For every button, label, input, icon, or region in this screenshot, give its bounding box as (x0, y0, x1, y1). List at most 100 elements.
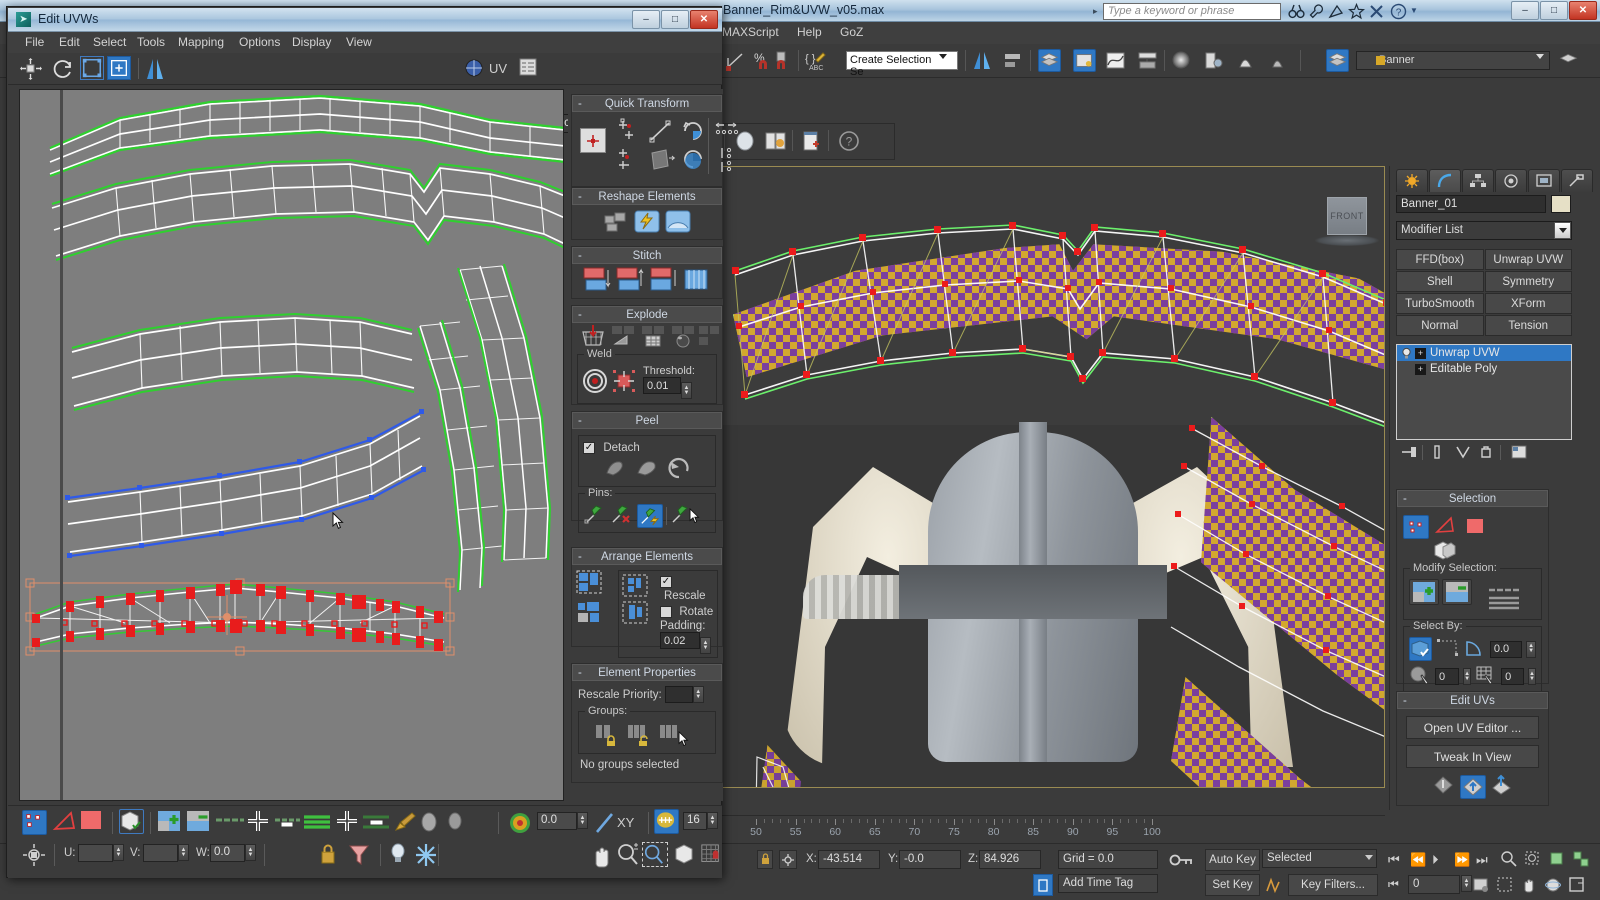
lock-selection-icon[interactable] (757, 850, 773, 869)
menu-help[interactable]: Help (797, 25, 822, 39)
lock-selection-icon[interactable] (318, 842, 338, 871)
open-uv-editor-button[interactable]: Open UV Editor ... (1406, 716, 1539, 739)
collapse-icon[interactable]: - (578, 549, 582, 565)
w-field[interactable]: 0.0 (210, 844, 245, 862)
freeform-mode-icon[interactable] (107, 56, 131, 80)
quick-search-input[interactable]: Type a keyword or phrase (1103, 3, 1281, 20)
modifier-button-ffd-box[interactable]: FFD(box) (1396, 249, 1484, 270)
help-dropdown-icon[interactable]: ▼ (1410, 6, 1418, 15)
group-selected-button[interactable] (594, 722, 620, 749)
scale-tool-icon[interactable] (80, 56, 104, 80)
relax-tool-button[interactable] (602, 208, 630, 237)
z-coord-field[interactable]: 84.926 (979, 850, 1041, 869)
layer-manager-icon[interactable] (1038, 49, 1061, 72)
straighten-selection-button[interactable] (664, 208, 692, 237)
show-end-result-icon[interactable] (1430, 444, 1444, 463)
peel-mode-button[interactable] (635, 457, 659, 482)
layer-selector[interactable]: Banner (1356, 51, 1550, 70)
weld-selected-button[interactable] (582, 368, 608, 397)
auto-pin-button[interactable] (637, 503, 663, 528)
scene-explorer-icon[interactable] (1073, 49, 1096, 72)
contract-loop-button[interactable] (274, 816, 300, 831)
edge-mode-button[interactable] (52, 810, 77, 835)
quick-peel-button[interactable] (603, 457, 627, 482)
rotate-angle-field[interactable]: 0.0 (537, 812, 577, 830)
rotate-checkbox[interactable] (660, 605, 672, 618)
auto-key-button[interactable]: Auto Key (1205, 849, 1260, 871)
explode-by-material-id-button[interactable] (640, 324, 666, 351)
curve-editor-icon[interactable] (1104, 49, 1127, 72)
collapse-icon[interactable]: - (578, 413, 582, 429)
modifier-list-dropdown-icon[interactable] (1554, 222, 1571, 239)
select-and-zoom-icon[interactable] (1500, 850, 1518, 871)
wrench-icon[interactable] (1308, 3, 1325, 20)
track-bar[interactable]: 50 55 60 65 70 75 80 85 90 95 100 (722, 815, 1385, 843)
uvw-menu-select[interactable]: Select (93, 35, 126, 49)
region-zoom-icon[interactable] (1496, 876, 1514, 897)
space-vertically-button[interactable] (718, 146, 736, 177)
y-coord-field[interactable]: -0.0 (899, 850, 961, 869)
uvw-menu-mapping[interactable]: Mapping (178, 35, 224, 49)
tab-utilities[interactable] (1561, 169, 1593, 192)
zoom-region-icon[interactable] (1524, 850, 1542, 871)
modifier-button-xform[interactable]: XForm (1484, 293, 1572, 314)
modifier-stack-item-unwrap-uvw[interactable]: + Unwrap UVW (1397, 345, 1571, 361)
collapse-icon[interactable]: - (578, 96, 582, 112)
stitch-target-button[interactable] (615, 266, 645, 297)
edit-uvws-title-bar[interactable]: ➤ Edit UVWs – □ ✕ (8, 8, 722, 32)
detach-checkbox[interactable]: ✓ (583, 441, 595, 454)
rescale-priority-field[interactable] (664, 686, 693, 703)
satellite-dish-icon[interactable] (1328, 3, 1345, 20)
padding-field[interactable]: 0.02 (660, 632, 700, 649)
binoculars-icon[interactable] (1288, 3, 1305, 20)
filter-selected-faces-icon[interactable] (348, 842, 372, 871)
add-time-tag-field[interactable]: Add Time Tag (1058, 874, 1158, 893)
save-uvws-icon[interactable] (1459, 774, 1486, 799)
rescale-checkbox[interactable]: ✓ (660, 575, 672, 588)
go-to-end-icon[interactable]: ⏭ (1476, 852, 1488, 868)
zoom-region-icon[interactable] (642, 842, 668, 867)
selection-level-dropdown[interactable]: Selected (1262, 849, 1377, 868)
expand-ring-button[interactable] (335, 809, 359, 836)
material-browser-icon[interactable] (1202, 49, 1225, 72)
align-horizontal-button[interactable] (616, 118, 642, 147)
contract-ring-button[interactable] (362, 815, 390, 834)
weld-threshold-spinner[interactable]: ▲ ▼ (681, 382, 692, 399)
face-mode-button[interactable] (80, 810, 105, 835)
grid-size-field[interactable]: 16 (683, 812, 707, 830)
freeze-icon[interactable] (414, 842, 438, 871)
mirror-horizontal-icon[interactable] (144, 57, 168, 84)
collapse-icon[interactable]: - (578, 665, 582, 681)
planar-angle-field[interactable]: 0.0 (1489, 640, 1523, 658)
relax-quick-button[interactable] (633, 208, 661, 237)
explode-by-angle-button[interactable] (610, 324, 636, 351)
x-coord-field[interactable]: -43.514 (818, 850, 880, 869)
rescale-elements-button[interactable] (622, 574, 650, 601)
help-circle-icon[interactable]: ? (838, 130, 861, 153)
peel-header[interactable]: - Peel (572, 412, 722, 429)
render-frame-icon[interactable] (1266, 49, 1289, 72)
uvw-menu-tools[interactable]: Tools (137, 35, 165, 49)
absolute-relative-mode-icon[interactable] (779, 850, 797, 869)
set-key-button[interactable]: Set Key (1205, 874, 1260, 896)
current-frame-spinner[interactable]: ▲ ▼ (1461, 875, 1472, 892)
light-bulb-icon[interactable] (1400, 347, 1413, 360)
quick-search-expand-icon[interactable]: ▸ (1093, 6, 1098, 17)
select-by-material-id-icon[interactable] (1409, 665, 1431, 688)
max-maximize-button[interactable]: □ (1540, 1, 1568, 20)
move-tool-icon[interactable] (19, 57, 43, 84)
weld-threshold-field[interactable]: 0.01 (643, 377, 681, 394)
zoom-extents-icon[interactable] (673, 842, 697, 871)
collapse-icon[interactable]: - (1403, 491, 1407, 507)
angle-snap-icon[interactable] (724, 49, 747, 72)
uvw-minimize-button[interactable]: – (632, 10, 660, 29)
play-icon[interactable]: ⏵ (1432, 852, 1439, 868)
key-filter-curve-icon[interactable] (1265, 877, 1285, 898)
stitch-source-button[interactable] (582, 266, 612, 297)
element-mode-button[interactable] (119, 809, 144, 834)
layer-explorer-icon[interactable] (1326, 49, 1349, 72)
vertex-mode-button[interactable] (22, 810, 47, 835)
show-map-icon[interactable] (463, 57, 485, 82)
layer-extra-icon[interactable] (1558, 49, 1581, 72)
uvw-menu-view[interactable]: View (346, 35, 372, 49)
